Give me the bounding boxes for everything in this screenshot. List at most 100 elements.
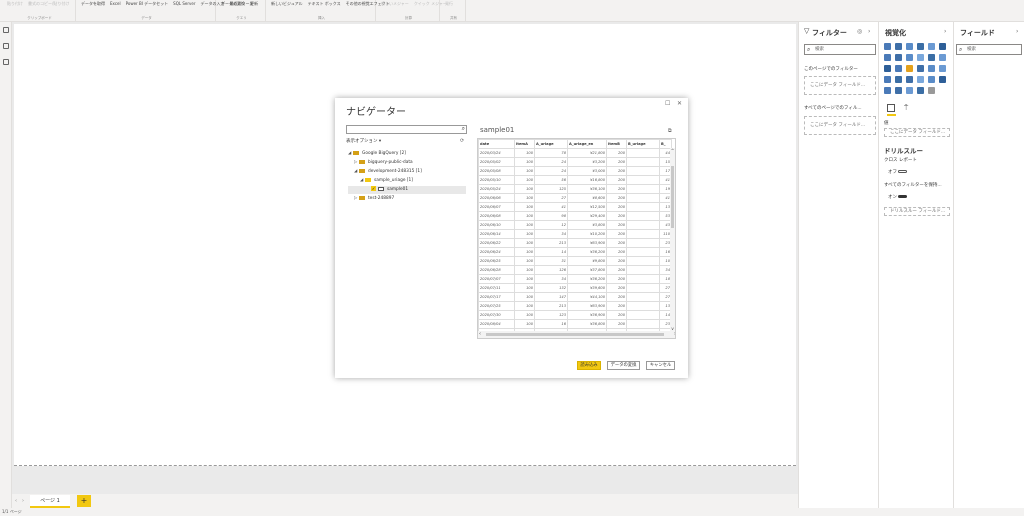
drillthrough-heading: ドリルスルー xyxy=(884,147,923,155)
drillthrough-drop-zone[interactable]: ドリルスルー フィールド... xyxy=(884,207,950,216)
ribbon-button[interactable]: テキスト ボックス xyxy=(308,1,341,6)
collapse-fields-icon[interactable]: › xyxy=(1016,28,1018,35)
visual-type-icon[interactable] xyxy=(884,87,891,94)
model-view-icon[interactable] xyxy=(3,59,9,65)
cross-report-toggle[interactable]: オフ xyxy=(888,169,908,175)
refresh-icon[interactable]: ⟳ xyxy=(460,138,464,144)
visual-type-icon[interactable] xyxy=(884,43,891,50)
scroll-up-icon[interactable]: ^ xyxy=(670,148,675,153)
navigator-search-input[interactable]: ⌕ xyxy=(346,125,467,134)
table-cell: 126 xyxy=(534,265,568,275)
fields-search-placeholder: 検索 xyxy=(967,47,976,52)
eye-icon[interactable]: ◎ xyxy=(857,28,862,35)
collapse-viz-icon[interactable]: › xyxy=(944,28,946,35)
visual-type-icon[interactable] xyxy=(895,87,902,94)
visual-type-icon[interactable] xyxy=(895,54,902,61)
vertical-scrollbar[interactable]: ^ v xyxy=(670,148,675,331)
cancel-button[interactable]: キャンセル xyxy=(646,361,675,370)
ribbon-button[interactable]: 新しいメジャー xyxy=(381,1,409,6)
ribbon-button[interactable]: データの変換 xyxy=(221,1,245,6)
visual-type-icon[interactable] xyxy=(895,76,902,83)
this-page-drop-zone[interactable]: ここにデータ フィールド... xyxy=(804,76,876,95)
fields-search-input[interactable]: ⌕ 検索 xyxy=(956,44,1022,55)
maximize-icon[interactable]: ☐ xyxy=(665,100,670,107)
visual-type-icon[interactable] xyxy=(917,43,924,50)
column-header[interactable]: A_uriage_en xyxy=(567,139,607,149)
visual-type-icon[interactable] xyxy=(939,76,946,83)
ribbon-button[interactable]: 新しいビジュアル xyxy=(271,1,303,6)
visual-type-icon[interactable] xyxy=(939,65,946,72)
column-header[interactable]: B_uriage xyxy=(626,139,660,149)
load-button[interactable]: 読み込み xyxy=(577,361,601,370)
visual-type-icon[interactable] xyxy=(917,54,924,61)
tab-page-1[interactable]: ページ 1 xyxy=(30,495,70,508)
format-paint-icon[interactable]: ⍑ xyxy=(904,104,908,113)
visual-type-icon[interactable] xyxy=(928,65,935,72)
visual-type-icon[interactable] xyxy=(906,54,913,61)
display-options-dropdown[interactable]: 表示オプション ▾ xyxy=(346,138,381,144)
keep-all-filters-toggle[interactable]: オン xyxy=(888,194,908,200)
visual-type-icon[interactable] xyxy=(917,76,924,83)
visual-type-icon[interactable] xyxy=(906,65,913,72)
visual-type-icon[interactable] xyxy=(884,54,891,61)
tree-item[interactable]: ◢ sample_uriage [1] xyxy=(348,177,413,185)
table-cell: ¥63,900 xyxy=(567,238,607,248)
visual-type-icon[interactable] xyxy=(895,43,902,50)
visual-type-icon[interactable] xyxy=(939,43,946,50)
tree-item[interactable]: ▷ bigquery-public-data xyxy=(348,159,413,167)
table-cell xyxy=(626,319,660,329)
all-pages-drop-zone[interactable]: ここにデータ フィールド... xyxy=(804,116,876,135)
table-cell: 100 xyxy=(514,184,535,194)
filters-search-input[interactable]: ⌕ 検索 xyxy=(804,44,876,55)
report-view-icon[interactable] xyxy=(3,27,9,33)
visual-type-icon[interactable] xyxy=(884,76,891,83)
scroll-right-icon[interactable]: › xyxy=(674,331,675,337)
close-icon[interactable]: ✕ xyxy=(677,100,682,107)
preview-options-icon[interactable]: ⧉ xyxy=(668,128,672,134)
tree-item[interactable]: ◢ development-248315 [1] xyxy=(348,168,422,176)
data-view-icon[interactable] xyxy=(3,43,9,49)
ribbon-button[interactable]: Power BI データセット xyxy=(126,1,169,6)
checkbox[interactable]: ✓ xyxy=(371,186,376,191)
visual-type-icon[interactable] xyxy=(928,76,935,83)
scroll-left-icon[interactable]: ‹ xyxy=(479,331,481,337)
tree-item[interactable]: ✓ sample01 xyxy=(348,186,466,194)
tree-item[interactable]: ▷ test-248897 xyxy=(348,195,394,203)
column-header[interactable]: itemB xyxy=(606,139,627,149)
add-page-button[interactable]: + xyxy=(77,495,91,507)
ribbon-button[interactable]: データを取得 xyxy=(81,1,105,6)
visual-type-icon[interactable] xyxy=(906,76,913,83)
prev-page-icon[interactable]: ‹ xyxy=(15,498,17,504)
collapse-filters-icon[interactable]: › xyxy=(868,28,870,35)
visual-type-icon[interactable] xyxy=(928,87,935,94)
tree-item[interactable]: ◢ Google BigQuery [2] xyxy=(348,150,406,158)
horizontal-scrollbar[interactable]: ‹ › xyxy=(478,331,675,338)
table-cell: 200 xyxy=(606,229,627,239)
transform-data-button[interactable]: データの変換 xyxy=(607,361,640,370)
tree-item-label: bigquery-public-data xyxy=(368,160,413,165)
ribbon-button[interactable]: Excel xyxy=(110,1,121,6)
tree-item-label: test-248897 xyxy=(368,196,395,201)
visual-type-icon[interactable] xyxy=(928,43,935,50)
ribbon-button[interactable]: 更新 xyxy=(250,1,258,6)
ribbon-button[interactable]: 書式のコピー/貼り付け xyxy=(28,1,69,6)
column-header[interactable]: itemA xyxy=(514,139,535,149)
visual-type-icon[interactable] xyxy=(906,43,913,50)
table-cell xyxy=(626,301,660,311)
visual-type-icon[interactable] xyxy=(895,65,902,72)
fields-well-icon[interactable] xyxy=(887,104,895,112)
ribbon-button[interactable]: 貼り付け xyxy=(7,1,23,6)
next-page-icon[interactable]: › xyxy=(22,498,24,504)
visual-type-icon[interactable] xyxy=(884,65,891,72)
table-cell: 100 xyxy=(514,247,535,257)
ribbon-button[interactable]: 発行 xyxy=(445,1,453,6)
visual-type-icon[interactable] xyxy=(917,65,924,72)
visual-type-icon[interactable] xyxy=(939,54,946,61)
column-header[interactable]: date xyxy=(478,139,515,149)
ribbon-button[interactable]: SQL Server xyxy=(173,1,195,6)
values-drop-zone[interactable]: ここにデータ フィールド... xyxy=(884,128,950,137)
visual-type-icon[interactable] xyxy=(917,87,924,94)
visual-type-icon[interactable] xyxy=(906,87,913,94)
column-header[interactable]: A_uriage xyxy=(534,139,568,149)
visual-type-icon[interactable] xyxy=(928,54,935,61)
